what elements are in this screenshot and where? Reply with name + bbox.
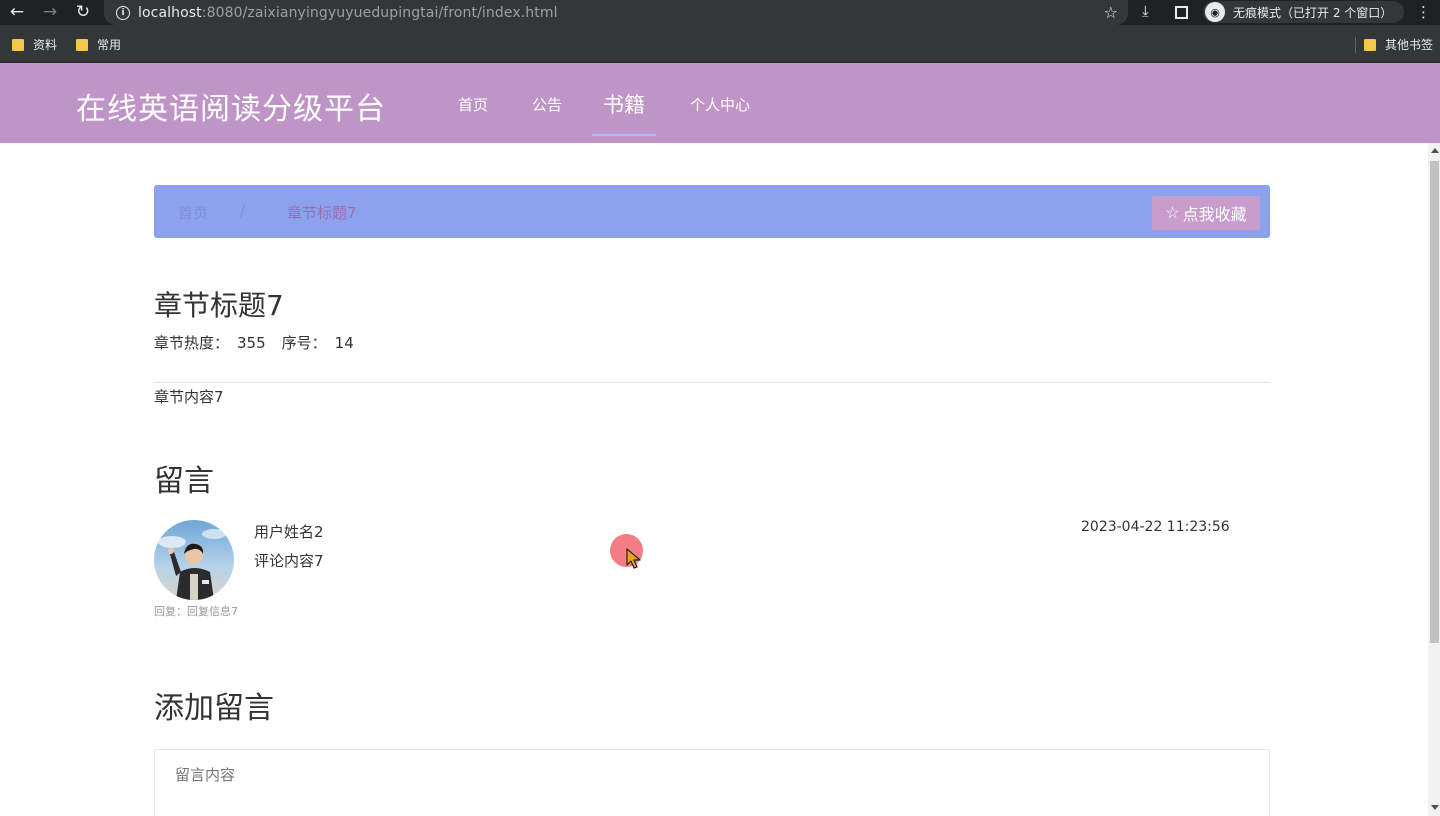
incognito-icon: ◉ [1205, 2, 1225, 22]
breadcrumb-separator: / [240, 202, 246, 220]
scroll-up-arrow-icon[interactable] [1431, 148, 1439, 153]
scroll-down-arrow-icon[interactable] [1431, 805, 1439, 810]
forward-arrow-icon[interactable]: → [38, 0, 62, 24]
comments-title: 留言 [154, 464, 214, 499]
favorite-label: 点我收藏 [1182, 207, 1247, 224]
side-panel-icon[interactable] [1175, 6, 1188, 19]
content-divider [154, 382, 1270, 383]
site-info-icon[interactable]: i [116, 5, 130, 20]
bookmark-folder-ziliao[interactable]: 资料 [12, 36, 57, 53]
incognito-label: 无痕模式（已打开 2 个窗口） [1233, 5, 1393, 20]
bookmarks-bar: 资料 常用 其他书签 [0, 25, 1440, 63]
comment-reply: 回复：回复信息7 [154, 605, 238, 618]
add-comment-title: 添加留言 [154, 691, 274, 726]
comment-input[interactable] [154, 749, 1270, 816]
site-title: 在线英语阅读分级平台 [76, 92, 386, 127]
bookmark-label: 常用 [97, 38, 122, 52]
url-text: localhost:8080/zaixianyingyuyuedupingtai… [138, 4, 558, 21]
mouse-cursor-icon [626, 548, 641, 569]
chapter-content: 章节内容7 [154, 388, 224, 406]
site-header: 在线英语阅读分级平台 首页 公告 书籍 个人中心 [0, 63, 1440, 143]
bookmark-label: 资料 [33, 38, 58, 52]
bookmark-folder-changyong[interactable]: 常用 [76, 36, 121, 53]
scrollbar-thumb[interactable] [1430, 161, 1439, 643]
comment-user: 用户姓名2 [254, 523, 324, 541]
bookmark-label: 其他书签 [1385, 38, 1434, 52]
nav-books[interactable]: 书籍 [603, 89, 645, 119]
breadcrumb: 首页 / 章节标题7 ☆ 点我收藏 [154, 185, 1270, 238]
breadcrumb-home[interactable]: 首页 [178, 202, 208, 223]
nav-profile[interactable]: 个人中心 [690, 94, 750, 115]
avatar-image [154, 520, 234, 600]
star-outline-icon: ☆ [1165, 205, 1180, 222]
comment-text: 评论内容7 [254, 552, 324, 570]
favorite-button[interactable]: ☆ 点我收藏 [1152, 196, 1260, 230]
bookmarks-divider [1355, 37, 1356, 53]
menu-kebab-icon[interactable]: ⋮ [1416, 3, 1431, 21]
avatar [154, 520, 234, 600]
heat-value: 355 [237, 334, 266, 352]
address-bar[interactable]: i localhost:8080/zaixianyingyuyuedupingt… [104, 0, 1128, 25]
folder-icon [76, 38, 88, 51]
back-arrow-icon[interactable]: ← [5, 0, 29, 24]
bookmark-folder-other[interactable]: 其他书签 [1364, 36, 1433, 53]
seq-label: 序号： [281, 334, 327, 352]
heat-label: 章节热度： [154, 334, 230, 352]
nav-home[interactable]: 首页 [458, 94, 488, 115]
chapter-title: 章节标题7 [154, 289, 284, 322]
bookmark-star-icon[interactable]: ☆ [1104, 3, 1118, 22]
comment-time: 2023-04-22 11:23:56 [1081, 519, 1230, 535]
chapter-meta: 章节热度： 355 序号： 14 [154, 332, 354, 353]
download-icon[interactable]: ⤓ [1142, 2, 1149, 20]
reload-icon[interactable]: ↻ [71, 0, 95, 24]
folder-icon [1364, 38, 1376, 51]
seq-value: 14 [334, 334, 354, 352]
nav-notice[interactable]: 公告 [532, 94, 562, 115]
breadcrumb-current: 章节标题7 [287, 204, 357, 222]
incognito-indicator[interactable]: ◉ 无痕模式（已打开 2 个窗口） [1203, 1, 1405, 23]
browser-toolbar: ← → ↻ i localhost:8080/zaixianyingyuyued… [0, 0, 1440, 25]
folder-icon [12, 38, 24, 51]
nav-active-indicator [592, 134, 656, 136]
